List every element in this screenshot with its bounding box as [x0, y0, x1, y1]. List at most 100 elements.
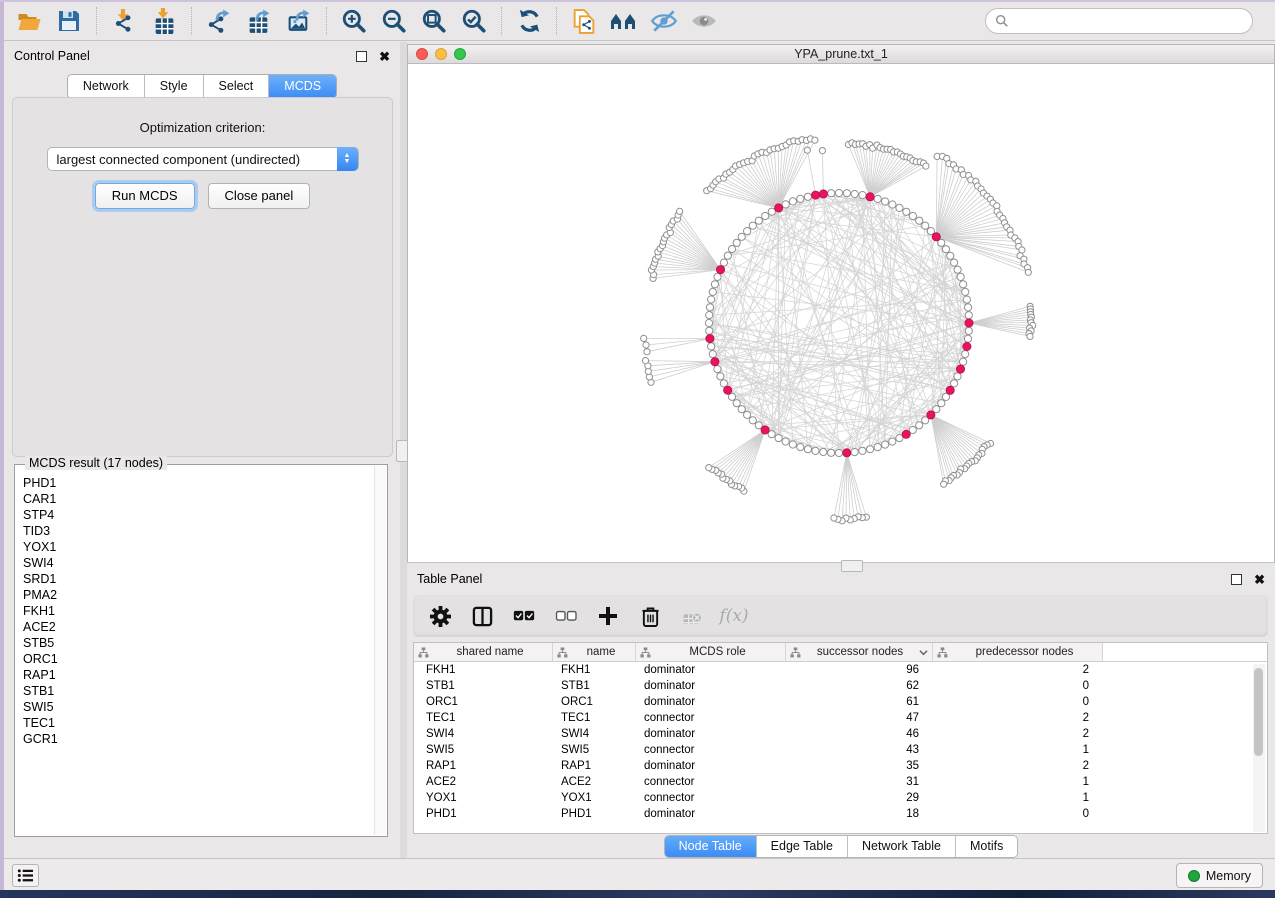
column-header-predecessor-nodes[interactable]: predecessor nodes — [933, 643, 1103, 661]
dropdown-stepper-icon: ▲▼ — [337, 147, 358, 171]
select-all-icon[interactable] — [513, 605, 535, 627]
refresh-icon[interactable] — [512, 5, 546, 37]
cell-shared: PHD1 — [414, 808, 553, 820]
close-panel-icon[interactable]: ✖ — [379, 51, 390, 62]
export-table-icon[interactable] — [242, 5, 276, 37]
table-row[interactable]: TEC1TEC1connector472 — [414, 710, 1267, 726]
table-row[interactable]: RAP1RAP1dominator352 — [414, 758, 1267, 774]
result-node[interactable]: PHD1 — [23, 475, 374, 491]
tab-style[interactable]: Style — [145, 75, 204, 98]
copy-style-icon[interactable] — [567, 5, 601, 37]
table-toolbar: f(x) — [413, 595, 1268, 637]
result-node[interactable]: SWI4 — [23, 555, 374, 571]
export-network-icon[interactable] — [202, 5, 236, 37]
horizontal-splitter-grip[interactable] — [841, 560, 863, 572]
add-column-icon[interactable] — [597, 605, 619, 627]
result-node[interactable]: TID3 — [23, 523, 374, 539]
cell-succ: 47 — [786, 712, 933, 724]
mcds-result-list[interactable]: PHD1CAR1STP4TID3YOX1SWI4SRD1PMA2FKH1ACE2… — [16, 469, 374, 835]
hide-selected-icon[interactable] — [647, 5, 681, 37]
search-field[interactable] — [985, 8, 1253, 34]
show-all-icon[interactable] — [687, 5, 721, 37]
tab-network-table[interactable]: Network Table — [848, 836, 956, 857]
result-node[interactable]: YOX1 — [23, 539, 374, 555]
cell-role: connector — [636, 744, 786, 756]
table-row[interactable]: ACE2ACE2connector311 — [414, 774, 1267, 790]
result-node[interactable]: ACE2 — [23, 619, 374, 635]
task-history-button[interactable] — [12, 864, 39, 887]
zoom-selected-icon[interactable] — [457, 5, 491, 37]
tab-select[interactable]: Select — [204, 75, 270, 98]
search-input[interactable] — [1014, 14, 1252, 28]
memory-label: Memory — [1206, 869, 1251, 883]
result-node[interactable]: SWI5 — [23, 699, 374, 715]
zoom-fit-icon[interactable] — [417, 5, 451, 37]
cell-name: STB1 — [553, 680, 636, 692]
close-table-panel-icon[interactable]: ✖ — [1254, 574, 1265, 585]
show-columns-icon[interactable] — [471, 605, 493, 627]
tab-node-table[interactable]: Node Table — [665, 836, 757, 857]
table-settings-icon[interactable] — [429, 605, 451, 627]
memory-button[interactable]: Memory — [1176, 863, 1263, 888]
toolbar-separator — [326, 7, 327, 35]
column-header-shared-name[interactable]: shared name — [414, 643, 553, 661]
table-row[interactable]: SWI5SWI5connector431 — [414, 742, 1267, 758]
control-panel-tabs: NetworkStyleSelectMCDS — [67, 74, 337, 99]
import-table-icon[interactable] — [147, 5, 181, 37]
save-session-icon[interactable] — [52, 5, 86, 37]
float-table-panel-icon[interactable] — [1231, 574, 1242, 585]
result-node[interactable]: STB5 — [23, 635, 374, 651]
node-table[interactable]: shared namenameMCDS rolesuccessor nodesp… — [413, 642, 1268, 834]
column-tree-icon — [557, 647, 568, 658]
network-window-titlebar[interactable]: YPA_prune.txt_1 — [407, 44, 1275, 64]
deselect-all-icon[interactable] — [555, 605, 577, 627]
zoom-out-icon[interactable] — [377, 5, 411, 37]
column-header-successor-nodes[interactable]: successor nodes — [786, 643, 933, 661]
vertical-splitter[interactable] — [400, 42, 407, 858]
table-row[interactable]: FKH1FKH1dominator962 — [414, 662, 1267, 678]
run-mcds-button[interactable]: Run MCDS — [95, 183, 195, 209]
table-scrollbar-thumb[interactable] — [1254, 668, 1263, 756]
cell-succ: 35 — [786, 760, 933, 772]
table-scrollbar[interactable] — [1253, 664, 1265, 832]
cell-role: connector — [636, 792, 786, 804]
result-node[interactable]: STB1 — [23, 683, 374, 699]
result-node[interactable]: ORC1 — [23, 651, 374, 667]
result-node[interactable]: STP4 — [23, 507, 374, 523]
table-row[interactable]: STB1STB1dominator620 — [414, 678, 1267, 694]
tab-network[interactable]: Network — [68, 75, 145, 98]
table-row[interactable]: ORC1ORC1dominator610 — [414, 694, 1267, 710]
optimization-criterion-select[interactable]: largest connected component (undirected)… — [47, 147, 359, 171]
column-header-MCDS-role[interactable]: MCDS role — [636, 643, 786, 661]
result-node[interactable]: RAP1 — [23, 667, 374, 683]
zoom-in-icon[interactable] — [337, 5, 371, 37]
open-file-icon[interactable] — [12, 5, 46, 37]
table-row[interactable]: PHD1PHD1dominator180 — [414, 806, 1267, 822]
tab-motifs[interactable]: Motifs — [956, 836, 1017, 857]
column-header-name[interactable]: name — [553, 643, 636, 661]
delete-column-icon[interactable] — [639, 605, 661, 627]
cell-role: connector — [636, 712, 786, 724]
table-panel: Table Panel ✖ f(x) shared namenameMCDS r… — [407, 562, 1275, 858]
result-node[interactable]: FKH1 — [23, 603, 374, 619]
network-canvas[interactable] — [407, 64, 1275, 562]
result-node[interactable]: CAR1 — [23, 491, 374, 507]
first-neighbors-icon[interactable] — [607, 5, 641, 37]
cell-shared: YOX1 — [414, 792, 553, 804]
close-panel-button[interactable]: Close panel — [208, 183, 311, 209]
tab-edge-table[interactable]: Edge Table — [757, 836, 848, 857]
tab-mcds[interactable]: MCDS — [269, 75, 336, 98]
table-row[interactable]: SWI4SWI4dominator462 — [414, 726, 1267, 742]
import-network-icon[interactable] — [107, 5, 141, 37]
float-panel-icon[interactable] — [356, 51, 367, 62]
memory-status-icon — [1188, 870, 1200, 882]
cell-succ: 43 — [786, 744, 933, 756]
result-list-scrollbar[interactable] — [374, 466, 386, 835]
export-image-icon[interactable] — [282, 5, 316, 37]
result-node[interactable]: SRD1 — [23, 571, 374, 587]
cell-role: dominator — [636, 664, 786, 676]
result-node[interactable]: PMA2 — [23, 587, 374, 603]
table-row[interactable]: YOX1YOX1connector291 — [414, 790, 1267, 806]
result-node[interactable]: GCR1 — [23, 731, 374, 747]
result-node[interactable]: TEC1 — [23, 715, 374, 731]
